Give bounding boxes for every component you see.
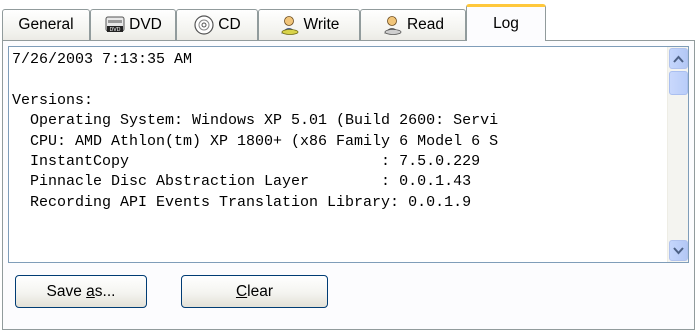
tab-write-label: Write (303, 16, 340, 34)
scroll-thumb[interactable] (669, 71, 688, 95)
log-line: Pinnacle Disc Abstraction Layer : 0.0.1.… (12, 173, 472, 191)
tab-general[interactable]: General (2, 9, 90, 40)
tab-read[interactable]: Read (360, 9, 466, 40)
log-line: Operating System: Windows XP 5.01 (Build… (12, 112, 499, 130)
cd-disc-icon (193, 14, 215, 36)
dvd-drive-icon: DVD (104, 14, 126, 36)
tab-dvd-label: DVD (129, 16, 162, 34)
tab-cd-label: CD (218, 16, 241, 34)
log-line: Recording API Events Translation Library… (12, 193, 472, 211)
write-person-icon (279, 14, 301, 36)
log-text: 7/26/2003 7:13:35 AM Versions: Operating… (12, 50, 664, 260)
tab-cd[interactable]: CD (176, 9, 258, 40)
tab-read-label: Read (406, 16, 445, 34)
tab-log[interactable]: Log (466, 4, 546, 41)
tab-log-label: Log (493, 15, 519, 33)
scroll-up-button[interactable] (669, 48, 688, 69)
chevron-up-icon (673, 55, 684, 63)
svg-text:DVD: DVD (110, 27, 121, 33)
save-as-button[interactable]: Save as... (15, 275, 147, 308)
log-line: Versions: (12, 91, 94, 109)
clear-label: Clear (235, 282, 274, 300)
chevron-down-icon (673, 246, 684, 254)
log-line: 7/26/2003 7:13:35 AM (12, 51, 193, 68)
tab-general-label: General (18, 16, 74, 34)
tab-write[interactable]: Write (258, 9, 360, 40)
log-panel: 7/26/2003 7:13:35 AM Versions: Operating… (2, 40, 695, 330)
clear-button[interactable]: Clear (181, 275, 328, 308)
log-line: InstantCopy : 7.5.0.229 (12, 153, 481, 171)
scroll-down-button[interactable] (669, 240, 688, 261)
tab-dvd[interactable]: DVD DVD (90, 9, 176, 40)
log-line: CPU: AMD Athlon(tm) XP 1800+ (x86 Family… (12, 132, 499, 150)
vertical-scrollbar[interactable] (667, 47, 688, 262)
read-person-icon (382, 14, 404, 36)
save-as-label: Save as... (46, 282, 116, 300)
log-textbox[interactable]: 7/26/2003 7:13:35 AM Versions: Operating… (8, 46, 689, 263)
tab-strip: General DVD DVD CD Write Read Log (2, 0, 562, 41)
